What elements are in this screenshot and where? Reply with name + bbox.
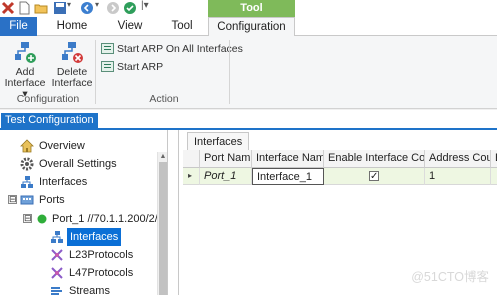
tab-view[interactable]: View [108, 17, 152, 36]
tab-interfaces[interactable]: Interfaces [187, 132, 250, 150]
column-header-enable-interface-count[interactable]: Enable Interface Count [324, 150, 425, 168]
tree-item-label: Overview [39, 140, 85, 152]
start-arp-label: Start ARP [117, 61, 164, 73]
navigation-tree: Overview Overall Settings Interfaces ⊟ P… [0, 130, 168, 295]
delete-interface-label-line2: Interface [51, 77, 93, 89]
ribbon-panel: Add Interface ▾ Delete Interface Configu… [0, 36, 497, 109]
tree-item-label: Ports [39, 194, 65, 206]
cell-enable-interface-count[interactable] [324, 168, 425, 185]
column-header-truncated[interactable]: E [491, 150, 497, 168]
row-indicator-icon: ▸ [183, 168, 200, 185]
arp-icon [101, 43, 114, 54]
add-interface-button[interactable]: Add Interface ▾ [3, 40, 47, 100]
tree-item-label: Interfaces [67, 228, 122, 246]
tree-item-label: Port_1 //70.1.1.200/2/1 [52, 213, 164, 225]
protocol-icon [51, 267, 63, 279]
gear-icon [20, 157, 34, 171]
table-row[interactable]: ▸ Port_1 Interface_1 1 [183, 168, 497, 185]
save-dropdown-icon[interactable]: ▾ [67, 0, 71, 9]
ports-icon [20, 195, 34, 205]
tree-scrollbar[interactable]: ▲ [157, 152, 167, 295]
quick-access-toolbar: ▾ ▾ |▾ Tool [0, 0, 497, 17]
open-folder-icon[interactable] [34, 1, 48, 15]
back-dropdown-icon[interactable]: ▾ [95, 0, 99, 9]
network-icon [21, 176, 33, 188]
forward-icon[interactable] [106, 1, 120, 15]
streams-icon [51, 287, 62, 295]
tab-configuration[interactable]: Configuration [208, 17, 295, 37]
row-header-corner [183, 150, 200, 168]
scrollbar-thumb[interactable] [159, 162, 167, 295]
tree-item-label: Overall Settings [39, 158, 117, 170]
start-arp-all-label: Start ARP On All Interfaces [117, 43, 243, 55]
tree-item-label: Interfaces [39, 176, 88, 188]
contextual-tab-tool: Tool [208, 0, 295, 17]
group-label-configuration: Configuration [16, 93, 80, 105]
workspace: Test Configuration Overview Overall Sett… [0, 110, 497, 295]
tab-home[interactable]: Home [49, 17, 95, 36]
scroll-up-icon[interactable]: ▲ [159, 152, 167, 161]
back-icon[interactable] [80, 1, 94, 15]
tree-item-label: L47Protocols [69, 267, 134, 279]
save-icon[interactable] [53, 1, 67, 15]
tree-item-label: L23Protocols [69, 249, 134, 261]
enable-interface-count-checkbox[interactable] [369, 169, 379, 185]
add-interface-icon [15, 42, 36, 63]
tab-test-configuration[interactable]: Test Configuration [1, 113, 98, 128]
group-divider [95, 40, 96, 104]
cell-interface-name[interactable]: Interface_1 [252, 168, 324, 185]
ribbon-tabs: File Home View Tool Configuration [0, 17, 497, 37]
column-header-address-count[interactable]: Address Count [425, 150, 491, 168]
group-divider [229, 40, 230, 104]
customize-icon[interactable]: |▾ [141, 0, 149, 11]
tab-tool[interactable]: Tool [160, 17, 204, 36]
tab-file[interactable]: File [0, 17, 37, 36]
collapse-icon[interactable]: ⊟ [23, 214, 32, 223]
new-file-icon[interactable] [17, 1, 31, 15]
house-icon [20, 139, 34, 153]
arp-icon [101, 61, 114, 72]
tree-item-label: Streams [69, 285, 110, 295]
watermark: @51CTO博客 [411, 270, 489, 284]
cell-truncated[interactable] [491, 168, 497, 185]
app-logo-icon[interactable] [1, 1, 15, 15]
delete-interface-icon [62, 42, 83, 63]
column-header-port-name[interactable]: Port Name [200, 150, 252, 168]
column-header-interface-name[interactable]: Interface Name [252, 150, 324, 168]
cell-address-count[interactable]: 1 [425, 168, 491, 185]
apply-icon[interactable] [123, 1, 137, 15]
group-label-action: Action [149, 93, 179, 105]
protocol-icon [51, 249, 63, 261]
cell-port-name[interactable]: Port_1 [200, 168, 252, 185]
status-dot-icon [37, 214, 47, 224]
network-icon [51, 231, 63, 243]
collapse-icon[interactable]: ⊟ [8, 195, 17, 204]
delete-interface-button[interactable]: Delete Interface [50, 40, 94, 89]
